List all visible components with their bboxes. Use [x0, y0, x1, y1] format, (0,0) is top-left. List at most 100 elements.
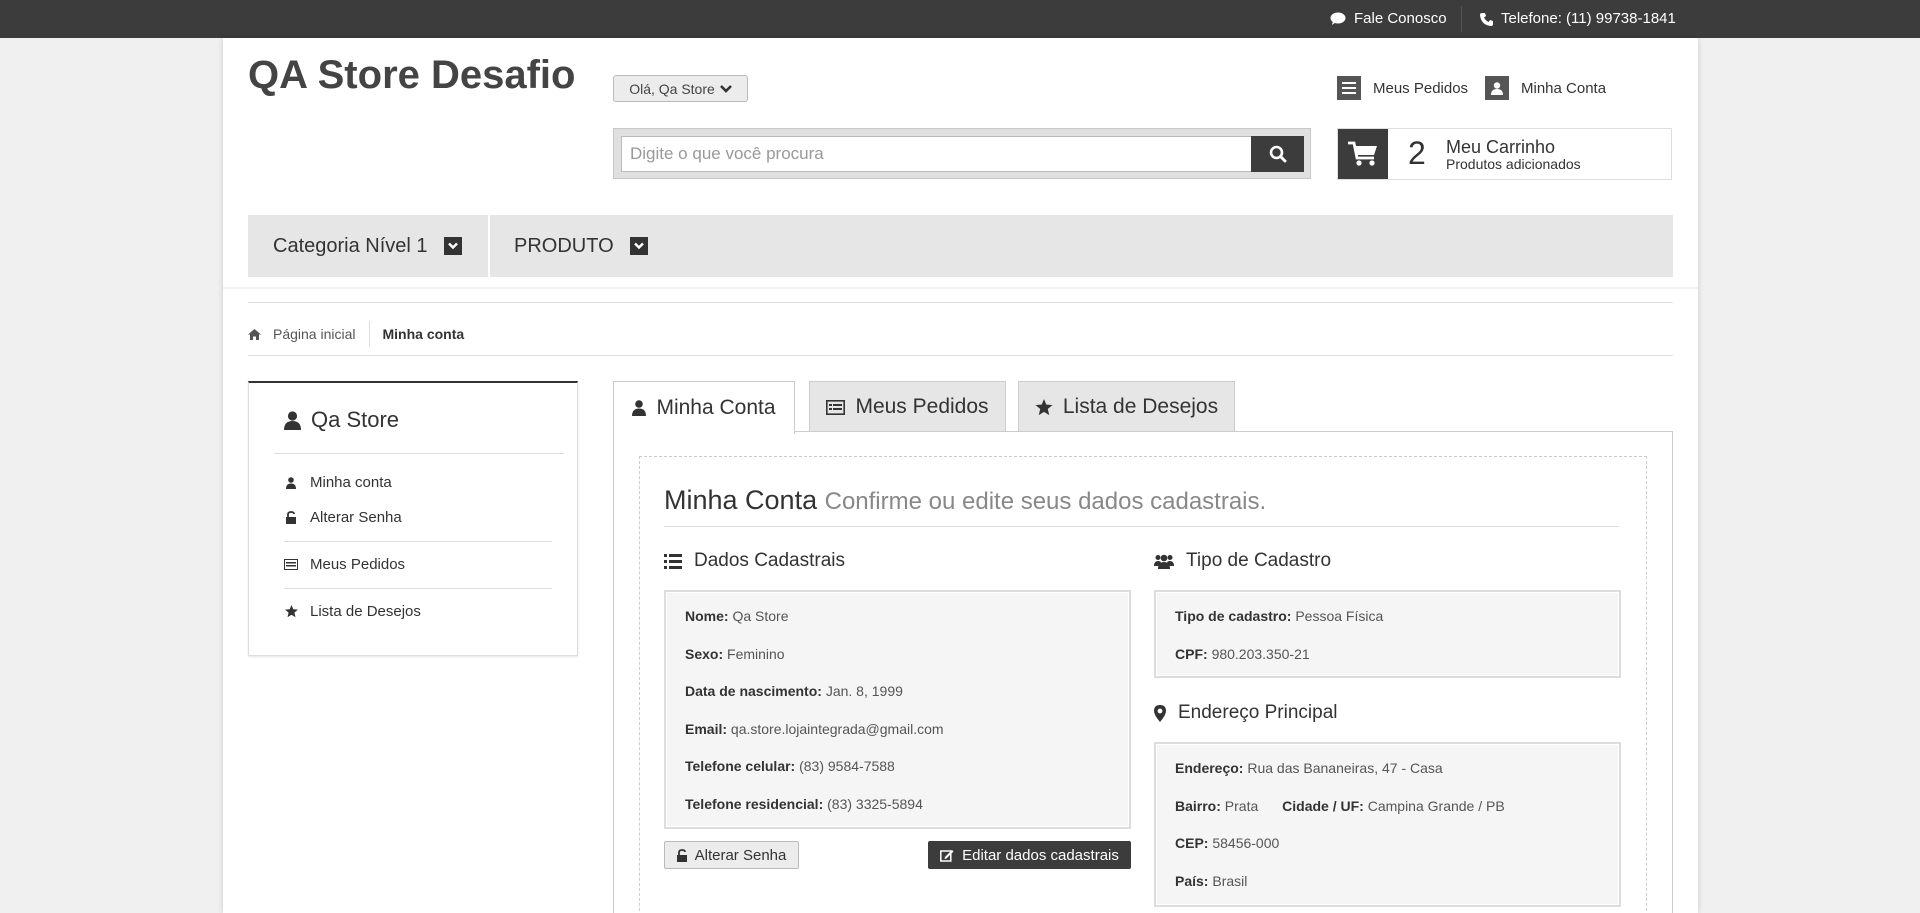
user-icon [284, 410, 301, 430]
tab-label: Meus Pedidos [855, 395, 989, 418]
category-nav-item[interactable]: PRODUTO [514, 215, 648, 277]
edit-profile-button[interactable]: Editar dados cadastrais [928, 841, 1131, 869]
field-value: Prata [1224, 798, 1259, 814]
edit-icon [940, 849, 954, 862]
category-nav-item[interactable]: Categoria Nível 1 [273, 215, 462, 277]
personal-data-row: Email: qa.store.lojaintegrada@gmail.com [685, 721, 944, 737]
divider [284, 588, 552, 589]
users-icon [1154, 554, 1174, 569]
field-label: Endereço: [1175, 760, 1244, 776]
sidebar-item-label: Alterar Senha [310, 509, 402, 526]
orders-link-label: Meus Pedidos [1373, 79, 1469, 97]
address-heading: Endereço Principal [1154, 702, 1337, 724]
field-value: Jan. 8, 1999 [825, 683, 903, 699]
registration-type-row: CPF: 980.203.350-21 [1175, 646, 1310, 662]
category-nav: Categoria Nível 1 PRODUTO [248, 215, 1673, 277]
home-icon [248, 328, 261, 340]
field-label: Email: [685, 721, 728, 737]
contact-label: Fale Conosco [1354, 10, 1447, 27]
address-row: País: Brasil [1175, 873, 1247, 889]
account-link[interactable]: Minha Conta [1485, 75, 1606, 101]
address-row: CEP: 58456-000 [1175, 835, 1279, 851]
personal-data-heading: Dados Cadastrais [664, 550, 845, 572]
tab-minha-conta[interactable]: Minha Conta [613, 381, 795, 434]
address-title: Endereço Principal [1178, 702, 1338, 723]
chat-icon [1330, 12, 1346, 25]
sidebar-item-lista-de-desejos[interactable]: Lista de Desejos [284, 603, 421, 620]
unlock-icon [284, 511, 298, 524]
phone-info: Telefone: (11) 99738-1841 [1480, 0, 1676, 38]
registration-type-title: Tipo de Cadastro [1186, 550, 1332, 571]
list-icon [664, 553, 682, 569]
orders-link[interactable]: Meus Pedidos [1337, 75, 1468, 101]
user-icon [632, 400, 647, 416]
personal-data-row: Telefone celular: (83) 9584-7588 [685, 758, 895, 774]
topbar-divider [1461, 6, 1462, 32]
field-value: Brasil [1212, 873, 1248, 889]
account-sidebar: Qa Store Minha conta Alterar Senha Meus … [248, 381, 578, 656]
search-button[interactable] [1251, 136, 1304, 172]
personal-data-row: Sexo: Feminino [685, 646, 785, 662]
tab-lista-de-desejos[interactable]: Lista de Desejos [1018, 381, 1235, 432]
field-label: Telefone celular: [685, 758, 796, 774]
user-menu-button[interactable]: Olá, Qa Store [613, 75, 748, 102]
sidebar-item-label: Meus Pedidos [310, 556, 406, 573]
search-input[interactable] [621, 136, 1252, 172]
address-box: Endereço: Rua das Bananeiras, 47 - Casa … [1154, 742, 1621, 907]
field-label: Cidade / UF: [1282, 798, 1364, 814]
field-label: País: [1175, 873, 1209, 889]
cart-subtitle: Produtos adicionados [1446, 156, 1581, 172]
user-icon [284, 476, 298, 489]
field-value: (83) 9584-7588 [799, 758, 895, 774]
contact-link[interactable]: Fale Conosco [1330, 0, 1447, 38]
registration-type-row: Tipo de cadastro: Pessoa Física [1175, 608, 1383, 624]
greeting-label: Olá, Qa Store [629, 80, 715, 97]
breadcrumb: Página inicial Minha conta [248, 321, 464, 347]
store-logo[interactable]: QA Store Desafio [248, 53, 575, 98]
field-label: Telefone residencial: [685, 796, 824, 812]
page-title-main: Minha Conta [664, 485, 818, 515]
address-row: Bairro: Prata Cidade / UF: Campina Grand… [1175, 798, 1505, 814]
chevron-down-icon [719, 84, 732, 93]
field-value: 980.203.350-21 [1211, 646, 1310, 662]
personal-data-box: Nome: Qa Store Sexo: Feminino Data de na… [664, 590, 1131, 829]
phone-label: Telefone: (11) 99738-1841 [1501, 10, 1676, 27]
field-value: Campina Grande / PB [1367, 798, 1505, 814]
sidebar-user-name: Qa Store [311, 407, 400, 432]
list-icon [1337, 76, 1361, 100]
sidebar-item-minha-conta[interactable]: Minha conta [284, 474, 392, 491]
cart-widget[interactable]: 2 Meu Carrinho Produtos adicionados [1337, 128, 1672, 180]
breadcrumb-home-link[interactable]: Página inicial [273, 326, 356, 342]
field-value: (83) 3325-5894 [827, 796, 923, 812]
tab-meus-pedidos[interactable]: Meus Pedidos [809, 381, 1006, 432]
divider [248, 302, 1673, 303]
breadcrumb-current: Minha conta [382, 326, 465, 342]
divider [284, 541, 552, 542]
field-label: Sexo: [685, 646, 724, 662]
list-icon [284, 559, 298, 570]
field-value: Feminino [727, 646, 785, 662]
page-subtitle: Confirme ou edite seus dados cadastrais. [824, 488, 1267, 515]
divider [248, 355, 1673, 356]
personal-data-row: Nome: Qa Store [685, 608, 788, 624]
edit-profile-label: Editar dados cadastrais [962, 846, 1119, 864]
registration-type-heading: Tipo de Cadastro [1154, 550, 1331, 572]
field-label: Nome: [685, 608, 729, 624]
sidebar-user: Qa Store [284, 407, 399, 433]
sidebar-item-meus-pedidos[interactable]: Meus Pedidos [284, 556, 405, 573]
change-password-button[interactable]: Alterar Senha [664, 841, 799, 869]
unlock-icon [676, 848, 687, 862]
field-value: Rua das Bananeiras, 47 - Casa [1247, 760, 1443, 776]
cart-icon [1338, 129, 1388, 179]
tab-label: Lista de Desejos [1062, 395, 1219, 418]
breadcrumb-divider [368, 321, 370, 347]
search-icon [1269, 145, 1286, 163]
field-label: CPF: [1175, 646, 1208, 662]
sidebar-item-alterar-senha[interactable]: Alterar Senha [284, 509, 402, 526]
sidebar-item-label: Lista de Desejos [310, 603, 421, 620]
header-shadow [223, 287, 1698, 289]
category-label: PRODUTO [514, 234, 614, 257]
personal-data-row: Telefone residencial: (83) 3325-5894 [685, 796, 923, 812]
phone-icon [1480, 12, 1493, 26]
address-row: Endereço: Rua das Bananeiras, 47 - Casa [1175, 760, 1443, 776]
